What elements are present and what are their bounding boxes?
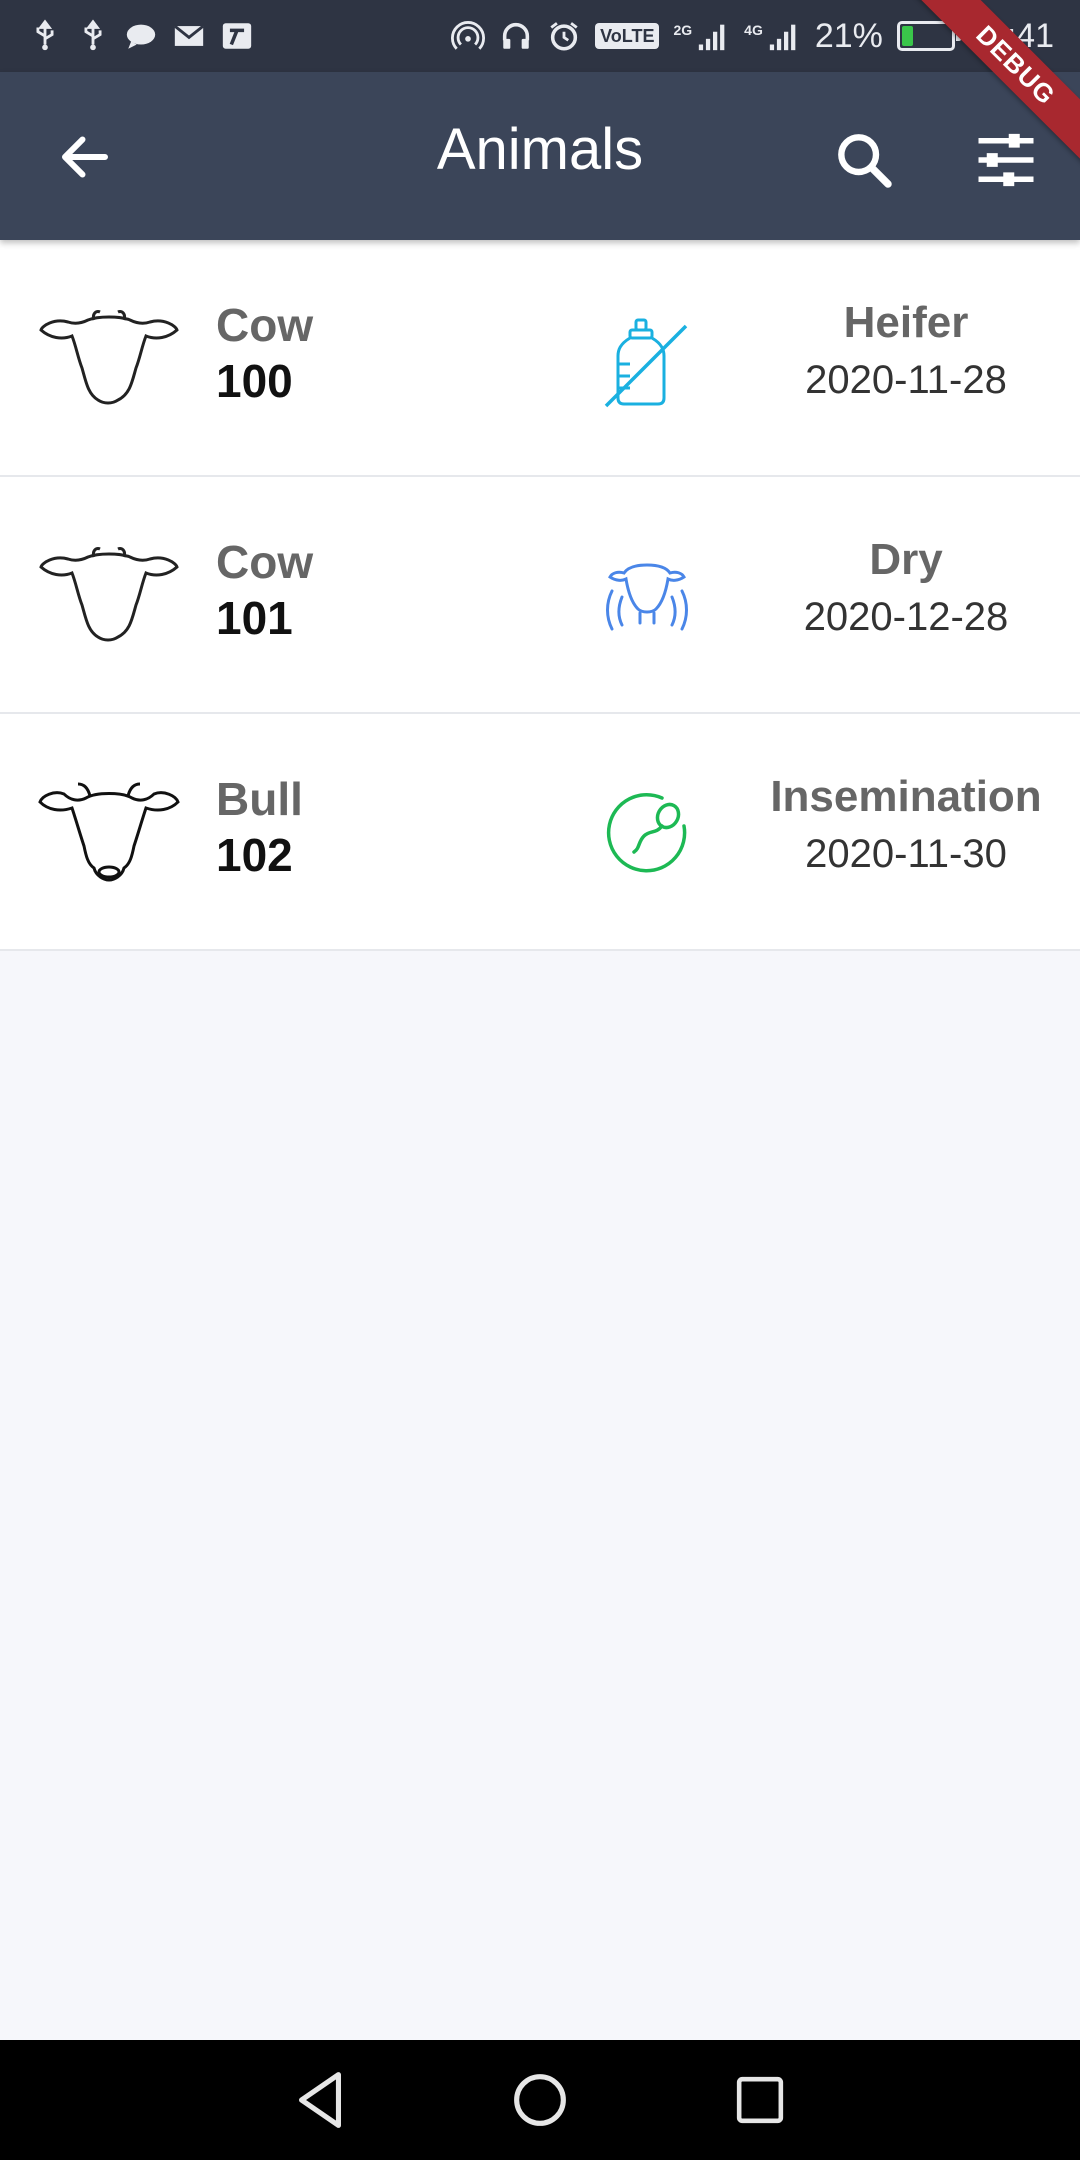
status-date: 2020-11-30	[805, 832, 1007, 876]
nav-home-button[interactable]	[505, 2065, 575, 2135]
status-block: Dry 2020-12-28	[756, 535, 1056, 640]
animal-type: Cow	[216, 299, 314, 351]
volte-badge: VoLTE	[595, 23, 660, 49]
status-label: Heifer	[843, 298, 969, 347]
headset-icon	[499, 19, 533, 53]
list-item[interactable]: Bull 102 Insemination 2020-11-30	[0, 714, 1080, 951]
search-icon	[838, 134, 892, 188]
usb-icon	[28, 19, 62, 53]
back-triangle-icon	[299, 2072, 341, 2128]
status-date: 2020-11-28	[805, 358, 1007, 402]
list-item[interactable]: Cow 100 Heifer 2020-11-28	[0, 240, 1080, 477]
status-date: 2020-12-28	[803, 595, 1009, 639]
app-bar: Animals	[0, 72, 1080, 240]
nav-recents-button[interactable]	[725, 2065, 795, 2135]
animal-list: Cow 100 Heifer 2020-11-28 Cow 101 Dry 20…	[0, 240, 1080, 951]
status-bar: VoLTE 2G 4G 21% 16:41	[0, 0, 1080, 72]
bull-head-icon	[38, 782, 180, 882]
cow-udder-icon	[606, 563, 688, 631]
search-button[interactable]	[826, 122, 902, 198]
nav-back-button[interactable]	[285, 2065, 355, 2135]
battery-level-fill	[901, 26, 913, 46]
animal-number: 101	[216, 592, 293, 644]
mail-icon	[172, 19, 206, 53]
status-label: Insemination	[770, 772, 1042, 821]
cow-head-icon	[39, 547, 179, 642]
home-circle-icon	[514, 2074, 566, 2126]
filter-sliders-icon	[978, 133, 1034, 187]
signal-bars-icon	[767, 19, 801, 53]
alarm-icon	[547, 19, 581, 53]
animal-type: Cow	[216, 536, 314, 588]
signal-bars-icon	[696, 19, 730, 53]
animal-number: 102	[216, 829, 293, 881]
hotspot-icon	[451, 19, 486, 53]
battery-percent: 21%	[814, 16, 883, 55]
usb-icon	[76, 19, 110, 53]
signal-2g-label: 2G	[673, 21, 693, 38]
system-nav-bar	[0, 2040, 1080, 2160]
signal-4g-label: 4G	[744, 21, 763, 38]
sperm-icon	[606, 792, 687, 873]
recents-square-icon	[736, 2076, 784, 2124]
cow-head-icon	[39, 310, 179, 405]
animal-number: 100	[216, 355, 293, 407]
no-bottle-icon	[604, 318, 688, 408]
status-label: Dry	[869, 535, 943, 584]
page-title: Animals	[436, 117, 644, 182]
status-block: Heifer 2020-11-28	[756, 298, 1056, 403]
animal-type: Bull	[216, 773, 303, 825]
status-bar-left	[28, 19, 254, 53]
app-icon	[220, 19, 254, 53]
filter-button[interactable]	[968, 122, 1044, 198]
list-item[interactable]: Cow 101 Dry 2020-12-28	[0, 477, 1080, 714]
chat-bubble-icon	[124, 19, 158, 53]
status-block: Insemination 2020-11-30	[756, 772, 1056, 877]
